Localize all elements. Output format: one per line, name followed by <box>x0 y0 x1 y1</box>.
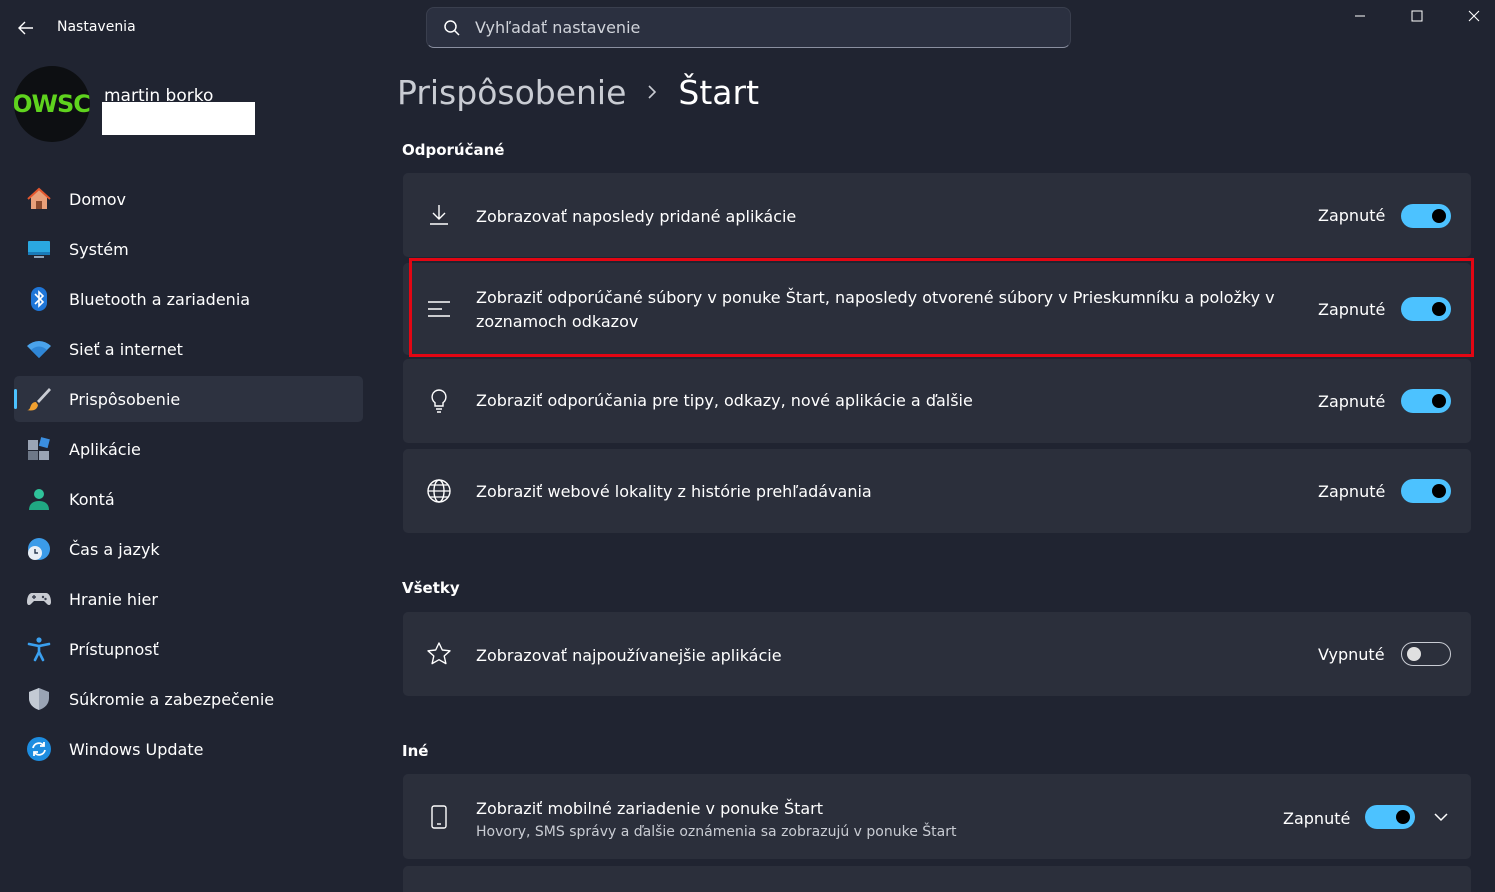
person-icon <box>26 486 52 512</box>
monitor-icon <box>26 236 52 262</box>
setting-next-partial <box>403 866 1471 892</box>
section-title-all: Všetky <box>402 579 460 597</box>
websites-toggle[interactable] <box>1401 479 1451 503</box>
app-title: Nastavenia <box>57 19 136 35</box>
title-bar: Nastavenia <box>0 0 1495 56</box>
sidebar-item-time-language[interactable]: Čas a jazyk <box>14 526 363 572</box>
sidebar-item-label: Hranie hier <box>69 589 158 609</box>
toggle-knob <box>1396 810 1410 824</box>
globe-clock-icon <box>26 536 52 562</box>
section-title-other: Iné <box>402 742 429 760</box>
most-used-toggle[interactable] <box>1401 642 1451 666</box>
breadcrumb-parent[interactable]: Prispôsobenie <box>397 73 626 112</box>
shield-icon <box>26 686 52 712</box>
close-icon <box>1468 10 1480 22</box>
setting-most-used: Zobrazovať najpoužívanejšie aplikácie Vy… <box>403 612 1471 696</box>
sidebar-item-accounts[interactable]: Kontá <box>14 476 363 522</box>
setting-label: Zobraziť webové lokality z histórie preh… <box>476 482 872 501</box>
brush-icon <box>26 386 52 412</box>
sidebar-item-system[interactable]: Systém <box>14 226 363 272</box>
highlight-frame <box>409 258 1474 357</box>
home-icon <box>26 186 52 212</box>
profile-email-redacted <box>102 102 255 135</box>
toggle-knob <box>1432 394 1446 408</box>
maximize-icon <box>1411 10 1423 22</box>
setting-label: Zobrazovať najpoužívanejšie aplikácie <box>476 646 782 665</box>
sidebar-item-label: Bluetooth a zariadenia <box>69 289 251 309</box>
bluetooth-icon <box>26 286 52 312</box>
setting-mobile-device[interactable]: Zobraziť mobilné zariadenie v ponuke Šta… <box>403 774 1471 859</box>
recent-apps-toggle[interactable] <box>1401 204 1451 228</box>
chevron-down-icon[interactable] <box>1431 807 1451 827</box>
sidebar-item-label: Aplikácie <box>69 439 141 459</box>
toggle-state-label: Vypnuté <box>1318 645 1385 664</box>
page-title: Štart <box>678 72 760 112</box>
mobile-device-toggle[interactable] <box>1365 805 1415 829</box>
tips-toggle[interactable] <box>1401 389 1451 413</box>
setting-label: Zobraziť mobilné zariadenie v ponuke Šta… <box>476 799 824 818</box>
search-box[interactable] <box>426 7 1071 48</box>
toggle-knob <box>1407 647 1421 661</box>
sidebar-item-label: Prístupnosť <box>69 639 159 659</box>
toggle-state-label: Zapnuté <box>1318 482 1386 501</box>
accessibility-icon <box>26 636 52 662</box>
search-input[interactable] <box>475 18 1070 37</box>
toggle-knob <box>1432 484 1446 498</box>
maximize-button[interactable] <box>1389 0 1445 32</box>
minimize-icon <box>1355 15 1365 17</box>
sidebar-item-network[interactable]: Sieť a internet <box>14 326 363 372</box>
wifi-icon <box>26 336 52 362</box>
gamepad-icon <box>26 586 52 612</box>
sidebar-item-label: Systém <box>69 239 129 259</box>
download-icon <box>425 201 453 229</box>
sidebar-item-label: Prispôsobenie <box>69 389 181 409</box>
close-button[interactable] <box>1446 0 1495 32</box>
globe-icon <box>425 477 453 505</box>
sidebar-nav: Domov Systém Bluetooth a zariadenia Sieť… <box>14 176 363 776</box>
sidebar-item-label: Súkromie a zabezpečenie <box>69 689 275 709</box>
sidebar-item-label: Čas a jazyk <box>69 539 160 559</box>
sidebar-item-label: Domov <box>69 189 126 209</box>
setting-text: Zobraziť mobilné zariadenie v ponuke Šta… <box>476 797 956 843</box>
user-profile[interactable]: OWSC martin borko <box>14 66 374 146</box>
sidebar-item-accessibility[interactable]: Prístupnosť <box>14 626 363 672</box>
sidebar-item-bluetooth[interactable]: Bluetooth a zariadenia <box>14 276 363 322</box>
sidebar-item-privacy[interactable]: Súkromie a zabezpečenie <box>14 676 363 722</box>
minimize-button[interactable] <box>1332 0 1388 32</box>
sidebar-item-apps[interactable]: Aplikácie <box>14 426 363 472</box>
update-icon <box>26 736 52 762</box>
section-title-recommended: Odporúčané <box>402 141 505 159</box>
arrow-left-icon <box>18 21 33 35</box>
sidebar-item-home[interactable]: Domov <box>14 176 363 222</box>
sidebar-item-personalization[interactable]: Prispôsobenie <box>14 376 363 422</box>
setting-websites: Zobraziť webové lokality z histórie preh… <box>403 449 1471 533</box>
sidebar-item-label: Windows Update <box>69 739 204 759</box>
toggle-state-label: Zapnuté <box>1283 809 1351 828</box>
avatar-logo: OWSC <box>14 90 90 118</box>
apps-icon <box>26 436 52 462</box>
search-icon <box>444 19 460 36</box>
sidebar-item-label: Sieť a internet <box>69 339 183 359</box>
breadcrumb: Prispôsobenie Štart <box>397 66 759 118</box>
back-button[interactable] <box>12 14 40 42</box>
toggle-state-label: Zapnuté <box>1318 392 1386 411</box>
toggle-state-label: Zapnuté <box>1318 206 1386 225</box>
sidebar-item-windows-update[interactable]: Windows Update <box>14 726 363 772</box>
sidebar-item-gaming[interactable]: Hranie hier <box>14 576 363 622</box>
star-icon <box>425 640 453 668</box>
setting-tips: Zobraziť odporúčania pre tipy, odkazy, n… <box>403 359 1471 443</box>
toggle-knob <box>1432 209 1446 223</box>
avatar: OWSC <box>14 66 90 142</box>
sidebar-item-label: Kontá <box>69 489 115 509</box>
setting-label: Zobraziť odporúčania pre tipy, odkazy, n… <box>476 391 973 410</box>
chevron-right-icon <box>646 84 658 100</box>
phone-icon <box>425 803 453 831</box>
lightbulb-icon <box>425 387 453 415</box>
setting-recent-apps: Zobrazovať naposledy pridané aplikácie Z… <box>403 173 1471 257</box>
setting-label: Zobrazovať naposledy pridané aplikácie <box>476 207 797 226</box>
setting-description: Hovory, SMS správy a ďalšie oznámenia sa… <box>476 824 957 840</box>
